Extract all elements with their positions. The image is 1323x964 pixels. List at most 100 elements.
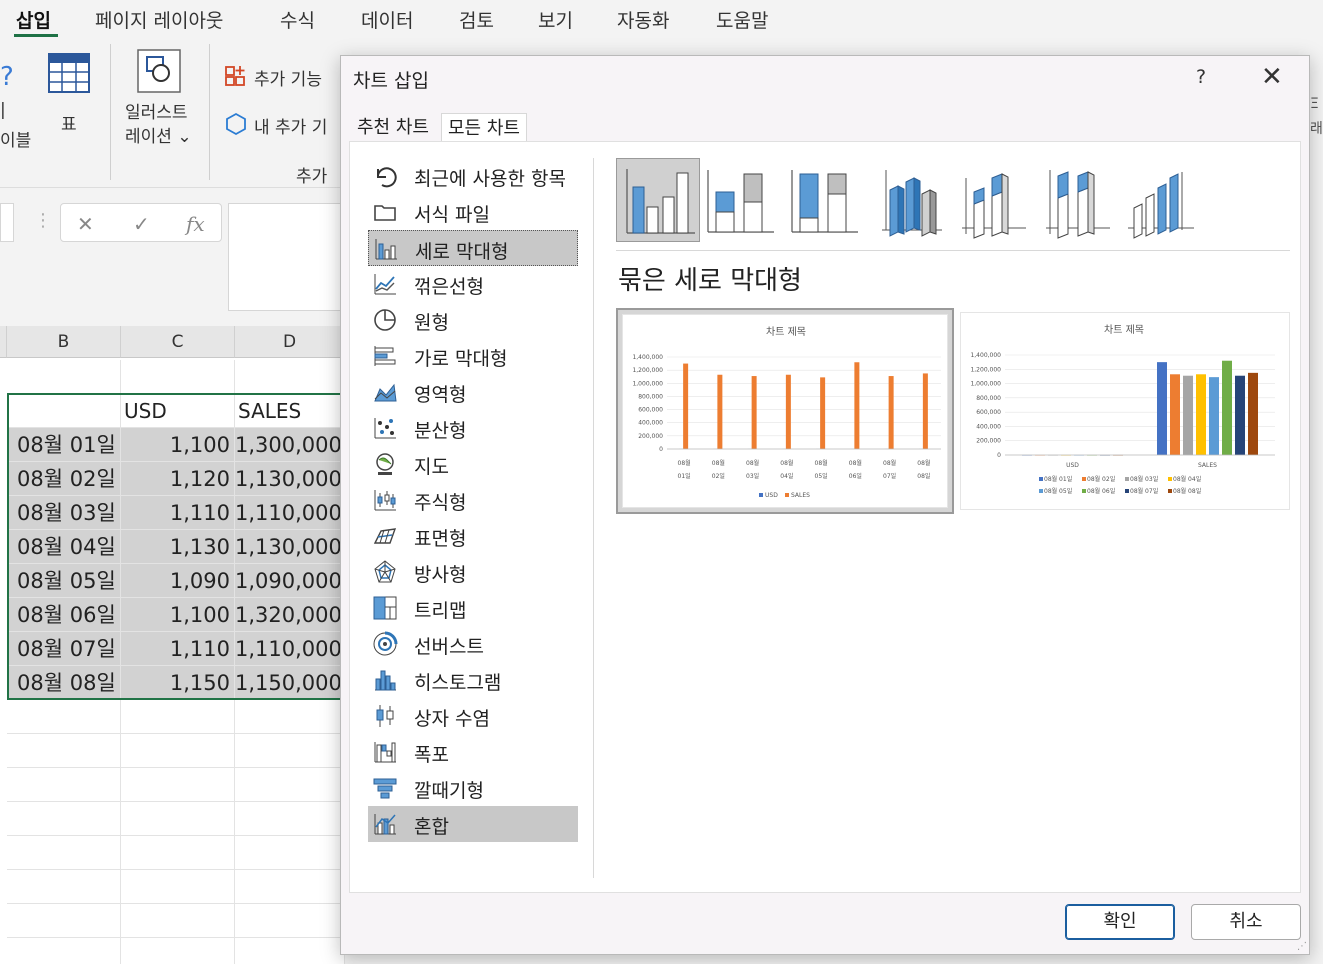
subtype-3d-stacked-column[interactable]	[952, 158, 1036, 242]
tab-insert[interactable]: 삽입	[16, 6, 51, 33]
cell[interactable]	[235, 768, 345, 802]
table-cell[interactable]: 1,130,000	[235, 462, 345, 496]
cancel-button[interactable]: 취소	[1191, 904, 1301, 940]
subtype-clustered-column[interactable]	[616, 158, 700, 242]
cell[interactable]	[121, 700, 235, 734]
table-cell[interactable]: 1,150	[121, 666, 235, 700]
cell[interactable]	[7, 734, 121, 768]
cell[interactable]	[7, 768, 121, 802]
subtype-100-stacked-column[interactable]	[784, 158, 868, 242]
column-header-d[interactable]: D	[235, 326, 345, 358]
illustrations-button[interactable]: 일러스트 레이션 ⌄	[122, 46, 202, 147]
chart-type-line-chart[interactable]: 꺾은선형	[368, 266, 578, 302]
cell[interactable]	[121, 802, 235, 836]
tab-review[interactable]: 검토	[459, 6, 494, 33]
chart-type-area-chart[interactable]: 영역형	[368, 374, 578, 410]
table-header-cell[interactable]: USD	[121, 394, 235, 428]
cell[interactable]	[7, 836, 121, 870]
cell[interactable]	[121, 938, 235, 964]
subtype-stacked-column[interactable]	[700, 158, 784, 242]
formula-input[interactable]	[228, 203, 348, 311]
tab-automate[interactable]: 자동화	[617, 6, 669, 33]
chart-type-stock-chart[interactable]: 주식형	[368, 482, 578, 518]
subtype-3d-clustered-column[interactable]	[868, 158, 952, 242]
cell[interactable]	[235, 836, 345, 870]
my-addins-button[interactable]: 내 추가 기	[224, 110, 344, 138]
cell[interactable]	[235, 700, 345, 734]
chart-type-pie-chart[interactable]: 원형	[368, 302, 578, 338]
cell[interactable]	[7, 802, 121, 836]
insert-function-icon[interactable]: fx	[186, 212, 205, 236]
cell[interactable]	[121, 734, 235, 768]
table-cell[interactable]: 1,100	[121, 598, 235, 632]
cell[interactable]	[235, 870, 345, 904]
tab-data[interactable]: 데이터	[361, 6, 413, 33]
chart-type-column-chart[interactable]: 세로 막대형	[368, 230, 578, 266]
table-cell[interactable]: 1,320,000	[235, 598, 345, 632]
cell[interactable]	[7, 870, 121, 904]
chart-type-map-chart[interactable]: 지도	[368, 446, 578, 482]
get-addins-button[interactable]: 추가 기능	[224, 62, 344, 90]
table-cell[interactable]: 1,100	[121, 428, 235, 462]
confirm-edit-icon[interactable]: ✓	[133, 212, 150, 236]
tab-recommended-charts[interactable]: 추천 차트	[351, 113, 435, 143]
chart-type-funnel-chart[interactable]: 깔때기형	[368, 770, 578, 806]
help-button[interactable]: ?	[1196, 66, 1206, 88]
cell[interactable]	[7, 938, 121, 964]
chart-preview-1[interactable]: 차트 제목 1,400,000 1,200,000 1,000,000 800,000 6…	[616, 308, 954, 514]
help-icon[interactable]: ?	[0, 62, 14, 92]
subtype-3d-column[interactable]	[1120, 158, 1204, 242]
subtype-3d-100-stacked-column[interactable]	[1036, 158, 1120, 242]
table-cell[interactable]: 1,130,000	[235, 530, 345, 564]
table-cell[interactable]: 1,130	[121, 530, 235, 564]
table-cell[interactable]: 1,110	[121, 496, 235, 530]
resize-grip-icon[interactable]: ⋰	[1297, 941, 1307, 952]
cell[interactable]	[235, 360, 345, 394]
cell[interactable]	[7, 904, 121, 938]
table-cell[interactable]: 1,090,000	[235, 564, 345, 598]
table-cell[interactable]: 1,110,000	[235, 496, 345, 530]
cell[interactable]	[121, 360, 235, 394]
chart-type-folder[interactable]: 서식 파일	[368, 194, 578, 230]
chart-type-waterfall-chart[interactable]: 폭포	[368, 734, 578, 770]
table-cell[interactable]: 08월 02일	[7, 462, 121, 496]
table-cell[interactable]: 08월 04일	[7, 530, 121, 564]
chart-type-combo-chart[interactable]: 혼합	[368, 806, 578, 842]
tab-help[interactable]: 도움말	[716, 6, 768, 33]
table-cell[interactable]: 08월 03일	[7, 496, 121, 530]
chart-type-treemap-chart[interactable]: 트리맵	[368, 590, 578, 626]
column-header-b[interactable]: B	[7, 326, 121, 358]
cell[interactable]	[7, 360, 121, 394]
chart-type-radar-chart[interactable]: 방사형	[368, 554, 578, 590]
column-header-c[interactable]: C	[121, 326, 235, 358]
chart-type-surface-chart[interactable]: 표면형	[368, 518, 578, 554]
table-cell[interactable]: 1,300,000	[235, 428, 345, 462]
table-cell[interactable]: 1,110	[121, 632, 235, 666]
cell[interactable]	[235, 802, 345, 836]
chart-type-bar-chart[interactable]: 가로 막대형	[368, 338, 578, 374]
table-cell[interactable]: 1,120	[121, 462, 235, 496]
tab-page-layout[interactable]: 페이지 레이아웃	[95, 6, 223, 33]
tab-view[interactable]: 보기	[538, 6, 573, 33]
cancel-edit-icon[interactable]: ✕	[77, 212, 94, 236]
cell[interactable]	[235, 904, 345, 938]
table-cell[interactable]: 08월 01일	[7, 428, 121, 462]
table-cell[interactable]: 08월 08일	[7, 666, 121, 700]
chart-type-recent[interactable]: 최근에 사용한 항목	[368, 158, 578, 194]
table-cell[interactable]: 08월 05일	[7, 564, 121, 598]
close-icon[interactable]: ✕	[1261, 62, 1283, 92]
cell[interactable]	[7, 700, 121, 734]
chart-type-box-whisker-chart[interactable]: 상자 수염	[368, 698, 578, 734]
tab-formulas[interactable]: 수식	[280, 6, 315, 33]
name-box[interactable]	[0, 203, 14, 242]
table-cell[interactable]: 1,110,000	[235, 632, 345, 666]
table-cell[interactable]: 08월 06일	[7, 598, 121, 632]
chart-type-scatter-chart[interactable]: 분산형	[368, 410, 578, 446]
cell[interactable]	[121, 904, 235, 938]
cell[interactable]	[121, 870, 235, 904]
table-button[interactable]: 표	[40, 48, 98, 135]
chart-preview-2[interactable]: 차트 제목 1,400,000 1,200,000 1,000,000 800,000 6…	[956, 308, 1294, 514]
tab-all-charts[interactable]: 모든 차트	[441, 113, 527, 143]
ok-button[interactable]: 확인	[1065, 904, 1175, 940]
cell[interactable]	[235, 938, 345, 964]
